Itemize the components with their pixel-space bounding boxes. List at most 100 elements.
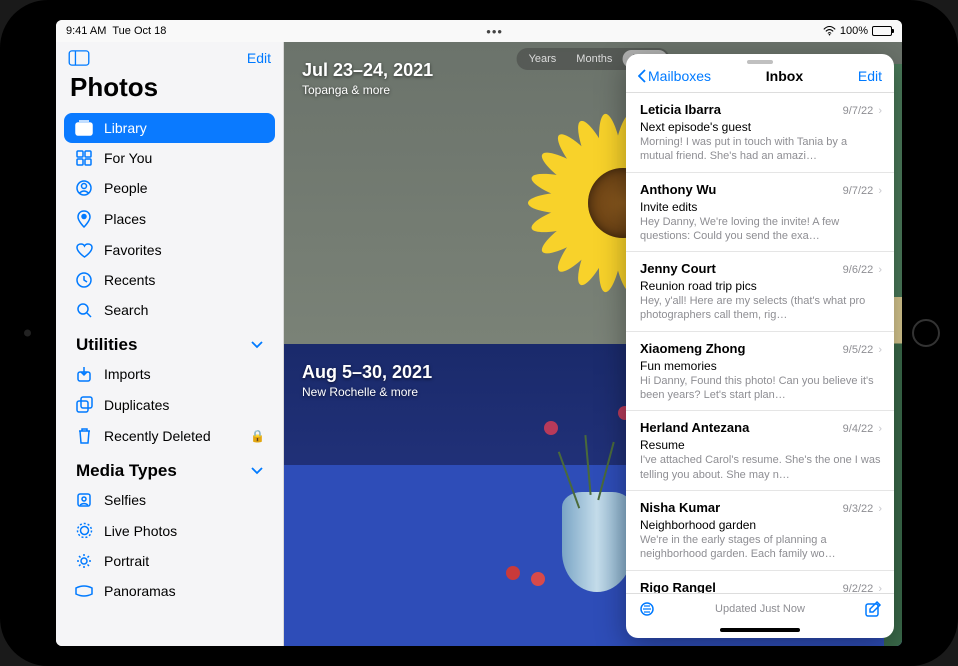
- mail-subject: Fun memories: [640, 359, 882, 373]
- sidebar-item-label: People: [104, 180, 148, 196]
- sidebar-item-label: Favorites: [104, 242, 162, 258]
- mail-date: 9/7/22: [843, 105, 874, 117]
- filter-icon[interactable]: [638, 602, 656, 616]
- mail-subject: Reunion road trip pics: [640, 279, 882, 293]
- sidebar-item-selfies[interactable]: Selfies: [64, 485, 275, 515]
- chevron-right-icon: ›: [875, 185, 882, 197]
- sidebar-item-label: Places: [104, 211, 146, 227]
- multitask-dots-icon[interactable]: •••: [486, 24, 503, 39]
- mail-row[interactable]: Nisha Kumar 9/3/22 › Neighborhood garden…: [626, 491, 894, 571]
- chevron-right-icon: ›: [875, 344, 882, 356]
- home-indicator[interactable]: [720, 628, 800, 632]
- mail-preview: Morning! I was put in touch with Tania b…: [640, 135, 882, 164]
- mail-row[interactable]: Herland Antezana 9/4/22 › Resume I've at…: [626, 411, 894, 491]
- mail-preview: Hey, y'all! Here are my selects (that's …: [640, 294, 882, 323]
- mail-date: 9/5/22: [843, 344, 874, 356]
- sidebar-item-label: For You: [104, 150, 152, 166]
- sidebar-item-label: Portrait: [104, 553, 149, 569]
- mail-preview: Hi Danny, Found this photo! Can you beli…: [640, 374, 882, 403]
- live-icon: [74, 522, 94, 539]
- mail-edit-button[interactable]: Edit: [858, 68, 882, 84]
- clock-icon: [74, 272, 94, 288]
- sidebar-item-favorites[interactable]: Favorites: [64, 235, 275, 265]
- mail-preview: We're in the early stages of planning a …: [640, 533, 882, 562]
- mail-subject: Neighborhood garden: [640, 518, 882, 532]
- home-button[interactable]: [912, 319, 940, 347]
- sidebar-item-library[interactable]: Library: [64, 113, 275, 143]
- mail-sender: Rigo Rangel: [640, 580, 716, 593]
- mail-row[interactable]: Anthony Wu 9/7/22 › Invite edits Hey Dan…: [626, 173, 894, 253]
- sidebar-toggle-icon[interactable]: [68, 50, 90, 66]
- battery-percent: 100%: [840, 25, 868, 37]
- photo-date: Aug 5–30, 2021: [302, 362, 432, 383]
- sidebar-item-recently-deleted[interactable]: Recently Deleted 🔒: [64, 420, 275, 451]
- sidebar-item-label: Live Photos: [104, 523, 177, 539]
- mail-row[interactable]: Leticia Ibarra 9/7/22 › Next episode's g…: [626, 93, 894, 173]
- sidebar-item-label: Panoramas: [104, 583, 176, 599]
- mail-subject: Invite edits: [640, 200, 882, 214]
- portrait-icon: [74, 553, 94, 569]
- places-icon: [74, 210, 94, 228]
- chevron-down-icon: [251, 341, 263, 349]
- mail-row[interactable]: Rigo Rangel 9/2/22 › Park Photos: [626, 571, 894, 593]
- heart-icon: [74, 243, 94, 258]
- mail-slideover: Mailboxes Inbox Edit Leticia Ibarra 9/7/…: [626, 54, 894, 638]
- sidebar-item-foryou[interactable]: For You: [64, 143, 275, 173]
- trash-icon: [74, 427, 94, 444]
- sidebar-item-recents[interactable]: Recents: [64, 265, 275, 295]
- photo-location: Topanga & more: [302, 83, 433, 97]
- mail-date: 9/6/22: [843, 264, 874, 276]
- section-header-media[interactable]: Media Types: [64, 451, 275, 485]
- sidebar-item-duplicates[interactable]: Duplicates: [64, 389, 275, 420]
- chevron-left-icon: [638, 69, 646, 83]
- library-icon: [74, 120, 94, 136]
- compose-icon[interactable]: [864, 600, 882, 618]
- sidebar-item-livephotos[interactable]: Live Photos: [64, 515, 275, 546]
- vase-image: [562, 492, 632, 592]
- mail-sender: Leticia Ibarra: [640, 102, 721, 117]
- mail-row[interactable]: Xiaomeng Zhong 9/5/22 › Fun memories Hi …: [626, 332, 894, 412]
- sidebar-item-search[interactable]: Search: [64, 295, 275, 325]
- mail-subject: Next episode's guest: [640, 120, 882, 134]
- sidebar-item-imports[interactable]: Imports: [64, 359, 275, 389]
- photo-location: New Rochelle & more: [302, 385, 432, 399]
- mail-list[interactable]: Leticia Ibarra 9/7/22 › Next episode's g…: [626, 93, 894, 593]
- sidebar-item-places[interactable]: Places: [64, 203, 275, 235]
- view-months[interactable]: Months: [566, 50, 622, 68]
- sidebar-item-label: Recently Deleted: [104, 428, 211, 444]
- chevron-right-icon: ›: [875, 583, 882, 593]
- wifi-icon: [823, 26, 836, 36]
- selfie-icon: [74, 492, 94, 508]
- mail-toolbar: Updated Just Now: [626, 593, 894, 624]
- lock-icon: 🔒: [250, 429, 265, 443]
- search-icon: [74, 302, 94, 318]
- sidebar-item-portrait[interactable]: Portrait: [64, 546, 275, 576]
- section-label: Media Types: [76, 461, 177, 481]
- status-date: Tue Oct 18: [112, 25, 166, 37]
- mail-date: 9/7/22: [843, 185, 874, 197]
- chevron-right-icon: ›: [875, 264, 882, 276]
- mail-date: 9/2/22: [843, 583, 874, 593]
- import-icon: [74, 366, 94, 382]
- sidebar-item-panoramas[interactable]: Panoramas: [64, 576, 275, 606]
- chevron-down-icon: [251, 467, 263, 475]
- view-years[interactable]: Years: [519, 50, 567, 68]
- chevron-right-icon: ›: [875, 423, 882, 435]
- sidebar-item-people[interactable]: People: [64, 173, 275, 203]
- mail-title: Inbox: [766, 68, 803, 84]
- screen: 9:41 AM Tue Oct 18 ••• 100% Edit Photos: [56, 20, 902, 646]
- section-header-utilities[interactable]: Utilities: [64, 325, 275, 359]
- sidebar-edit-button[interactable]: Edit: [247, 50, 271, 66]
- mail-sender: Jenny Court: [640, 261, 716, 276]
- duplicates-icon: [74, 396, 94, 413]
- mail-sender: Nisha Kumar: [640, 500, 720, 515]
- mail-preview: I've attached Carol's resume. She's the …: [640, 453, 882, 482]
- battery-icon: [872, 26, 892, 36]
- mail-back-button[interactable]: Mailboxes: [638, 68, 711, 84]
- mail-row[interactable]: Jenny Court 9/6/22 › Reunion road trip p…: [626, 252, 894, 332]
- status-bar: 9:41 AM Tue Oct 18 ••• 100%: [56, 20, 902, 42]
- mail-sender: Herland Antezana: [640, 420, 749, 435]
- mail-preview: Hey Danny, We're loving the invite! A fe…: [640, 215, 882, 244]
- chevron-right-icon: ›: [875, 503, 882, 515]
- slideover-grip-icon[interactable]: [747, 60, 773, 64]
